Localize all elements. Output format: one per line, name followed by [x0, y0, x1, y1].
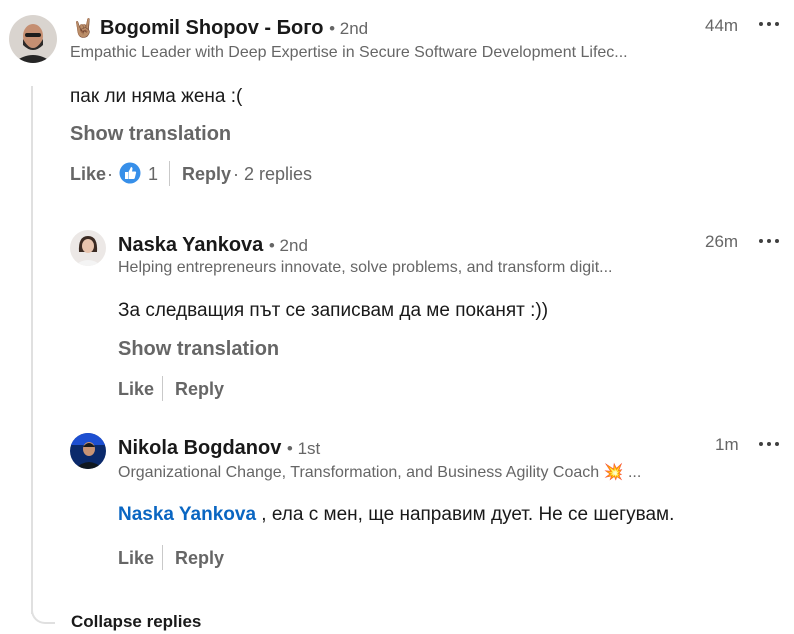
- comment-author-line: 🤘🏽 Bogomil Shopov - Бого • 2nd: [72, 17, 368, 40]
- reaction-count[interactable]: 1: [148, 164, 158, 185]
- like-button[interactable]: Like: [118, 548, 154, 569]
- reply-button[interactable]: Reply: [175, 379, 224, 400]
- reply-text: Naska Yankova , ела с мен, ще направим д…: [118, 504, 674, 526]
- reply-author-line: Naska Yankova • 2nd: [118, 234, 308, 257]
- thread-line: [31, 86, 33, 614]
- thumbs-up-reaction-icon[interactable]: [119, 162, 141, 184]
- reply-text-content: , ела с мен, ще направим дует. Не се шег…: [256, 504, 675, 525]
- like-button[interactable]: Like: [118, 379, 154, 400]
- show-translation-button[interactable]: Show translation: [118, 338, 279, 361]
- comment-author-headline: Empathic Leader with Deep Expertise in S…: [70, 44, 628, 61]
- comment-timestamp: 44m: [705, 16, 739, 35]
- separator-dot: ·: [107, 164, 113, 184]
- connection-degree: • 2nd: [329, 19, 369, 38]
- action-divider: [162, 545, 163, 570]
- reply-text: За следващия път се записвам да ме покан…: [118, 300, 549, 321]
- like-button[interactable]: Like: [70, 164, 106, 185]
- reply-button[interactable]: Reply: [182, 164, 231, 185]
- more-horizontal-icon[interactable]: [759, 439, 781, 449]
- avatar-naska[interactable]: [70, 230, 106, 266]
- comment-author-name[interactable]: Bogomil Shopov - Бого: [100, 17, 324, 39]
- avatar-bogomil[interactable]: [9, 15, 57, 63]
- more-horizontal-icon[interactable]: [759, 19, 781, 29]
- avatar-nikola[interactable]: [70, 433, 106, 469]
- reply-author-line: Nikola Bogdanov • 1st: [118, 437, 320, 460]
- mention-link[interactable]: Naska Yankova: [118, 504, 256, 525]
- reply-author-headline: Organizational Change, Transformation, a…: [118, 464, 642, 481]
- rock-hand-icon: 🤘🏽: [72, 18, 95, 38]
- more-horizontal-icon[interactable]: [759, 236, 781, 246]
- thread-line-curve: [31, 602, 55, 624]
- connection-degree: • 2nd: [268, 236, 308, 255]
- replies-count[interactable]: · 2 replies: [233, 164, 312, 185]
- reply-timestamp: 26m: [705, 232, 739, 251]
- reply-author-headline: Helping entrepreneurs innovate, solve pr…: [118, 259, 613, 276]
- connection-degree: • 1st: [286, 439, 321, 458]
- show-translation-button[interactable]: Show translation: [70, 123, 231, 146]
- collapse-replies-button[interactable]: Collapse replies: [71, 612, 201, 632]
- action-divider: [169, 161, 170, 186]
- reply-button[interactable]: Reply: [175, 548, 224, 569]
- comment-text: пак ли няма жена :(: [70, 86, 243, 107]
- reply-author-name[interactable]: Nikola Bogdanov: [118, 437, 281, 459]
- action-divider: [162, 376, 163, 401]
- reply-timestamp: 1m: [715, 435, 739, 454]
- reply-author-name[interactable]: Naska Yankova: [118, 234, 263, 256]
